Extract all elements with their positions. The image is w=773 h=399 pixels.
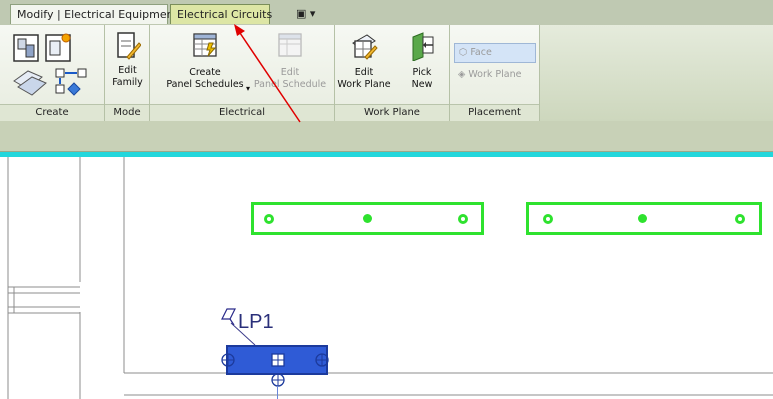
tab-modify-electrical-equipment[interactable]: Modify | Electrical Equipment — [10, 4, 178, 24]
circuit-wire — [277, 386, 278, 399]
work-plane-panel: Edit Work Plane Pick New Work Plane — [335, 25, 450, 121]
edit-work-plane-icon — [352, 34, 378, 60]
walls — [7, 157, 773, 399]
pick-new-label-2: New — [411, 79, 433, 90]
options-bar — [0, 121, 773, 152]
mode-panel-label: Mode — [105, 104, 149, 121]
connector-icon — [638, 214, 647, 223]
edit-family-icon — [116, 32, 142, 60]
ribbon-tab-bar: Modify | Electrical Equipment Electrical… — [0, 0, 773, 26]
create-panel-label: Create — [0, 104, 104, 121]
connector-icon — [543, 214, 553, 224]
create-panel-schedule-icon — [193, 33, 217, 57]
electrical-panel-label: Electrical — [150, 104, 334, 121]
edit-panel-schedule-icon — [278, 33, 302, 57]
work-plane-label: Work Plane — [468, 69, 522, 80]
pick-new-button[interactable]: Pick New — [397, 31, 447, 91]
ribbon-empty-area — [540, 25, 773, 121]
ribbon-minimize-button[interactable]: ▣ ▾ — [292, 4, 326, 24]
face-label: Face — [470, 47, 492, 58]
create-panel-schedules-label-2: Panel Schedules — [166, 79, 244, 90]
pick-new-icon — [412, 32, 434, 62]
create-panel-schedules-button[interactable]: Create Panel Schedules ▾ — [155, 31, 255, 93]
drawing-canvas[interactable]: LP1 — [0, 157, 773, 399]
connector-icon — [458, 214, 468, 224]
create-panel-schedules-label-1: Create — [189, 67, 221, 78]
load-family-icon[interactable] — [13, 34, 39, 62]
tab-electrical-circuits[interactable]: Electrical Circuits — [170, 4, 272, 24]
connector-icon — [735, 214, 745, 224]
in-place-icon[interactable] — [45, 33, 71, 62]
connector-icon — [264, 214, 274, 224]
mode-panel: Edit Family Mode — [105, 25, 150, 121]
face-toggle[interactable]: ⬡ Face — [454, 43, 536, 63]
edit-panel-schedule-label-2: Panel Schedule — [253, 79, 327, 90]
light-fixture-2[interactable] — [526, 202, 762, 235]
work-plane-panel-label: Work Plane — [335, 104, 449, 121]
create-panel: Create — [0, 25, 105, 121]
edit-panel-schedule-label-1: Edit — [280, 67, 300, 78]
light-fixture-1[interactable] — [251, 202, 484, 235]
floor-plan — [7, 157, 773, 399]
align-icon[interactable] — [55, 68, 87, 96]
panel-grips — [221, 353, 329, 387]
placement-panel-label: Placement — [450, 104, 539, 121]
placement-panel: ⬡ Face ◈ Work Plane Placement — [450, 25, 540, 121]
pick-new-label-1: Pick — [412, 67, 432, 78]
face-icon: ⬡ — [459, 47, 468, 58]
edit-work-plane-label-2: Work Plane — [337, 79, 391, 90]
create-tools — [13, 33, 87, 96]
work-plane-toggle[interactable]: ◈ Work Plane — [454, 66, 536, 86]
edit-panel-schedule-button[interactable]: Edit Panel Schedule — [250, 31, 330, 91]
electrical-panel: Create Panel Schedules ▾ Edit Panel Sche… — [150, 25, 335, 121]
edit-work-plane-button[interactable]: Edit Work Plane — [335, 31, 393, 91]
edit-family-button[interactable]: Edit Family — [105, 31, 150, 89]
edit-family-label-2: Family — [112, 77, 143, 88]
edit-work-plane-label-1: Edit — [354, 67, 374, 78]
model-icon[interactable] — [13, 70, 47, 96]
work-plane-icon: ◈ — [458, 69, 466, 80]
edit-family-label-1: Edit — [118, 65, 137, 76]
connector-icon — [363, 214, 372, 223]
